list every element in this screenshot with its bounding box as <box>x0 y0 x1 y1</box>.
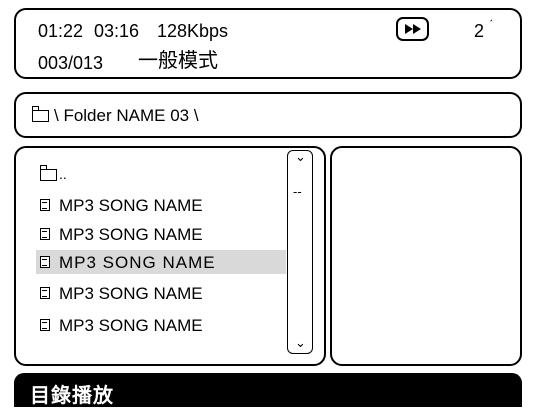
elapsed-time: 01:22 <box>38 21 84 41</box>
song-name: MP3 SONG NAME <box>59 196 203 215</box>
parent-folder-label: .. <box>59 166 67 182</box>
song-name: MP3 SONG NAME <box>59 316 203 335</box>
folder-icon <box>39 165 57 181</box>
title-bar: 目錄播放 <box>14 373 522 407</box>
repeat-count: 2 <box>474 21 485 41</box>
list-item[interactable]: MP3 SONG NAME <box>36 193 286 217</box>
scroll-position-marker: -- <box>293 184 302 199</box>
page-title: 目錄播放 <box>30 383 114 407</box>
play-mode: 一般模式 <box>138 48 218 72</box>
list-item-selected[interactable]: MP3 SONG NAME <box>36 250 286 274</box>
total-time: 03:16 <box>94 21 140 41</box>
scroll-down-icon[interactable]: ⌄ <box>295 335 306 351</box>
bitrate: 128Kbps <box>157 21 229 41</box>
parent-folder-item[interactable]: .. <box>36 160 286 184</box>
fast-forward-icon <box>404 24 421 34</box>
list-item[interactable]: MP3 SONG NAME <box>36 281 286 305</box>
file-icon <box>40 287 50 299</box>
folder-path-panel: \ Folder NAME 03 \ <box>14 92 522 138</box>
song-name: MP3 SONG NAME <box>59 253 216 272</box>
status-panel: 01:22 03:16 128Kbps 003/013 一般模式 2 ˊ <box>14 8 522 79</box>
info-panel <box>330 146 522 366</box>
file-list-panel: .. MP3 SONG NAME MP3 SONG NAME MP3 SONG … <box>14 146 326 366</box>
scroll-up-icon[interactable]: ⌄ <box>295 149 306 165</box>
file-icon <box>40 319 50 331</box>
folder-path: \ Folder NAME 03 \ <box>54 106 199 125</box>
folder-icon <box>31 106 49 122</box>
track-counter: 003/013 <box>38 53 104 73</box>
file-icon <box>40 199 50 211</box>
scrollbar[interactable]: ⌄ -- ⌄ <box>287 149 313 354</box>
list-item[interactable]: MP3 SONG NAME <box>36 313 286 337</box>
song-name: MP3 SONG NAME <box>59 284 203 303</box>
file-icon <box>40 256 50 268</box>
repeat-tick-icon: ˊ <box>489 17 494 32</box>
file-icon <box>40 228 50 240</box>
fast-forward-button[interactable] <box>396 17 429 41</box>
list-item[interactable]: MP3 SONG NAME <box>36 222 286 246</box>
song-name: MP3 SONG NAME <box>59 225 203 244</box>
